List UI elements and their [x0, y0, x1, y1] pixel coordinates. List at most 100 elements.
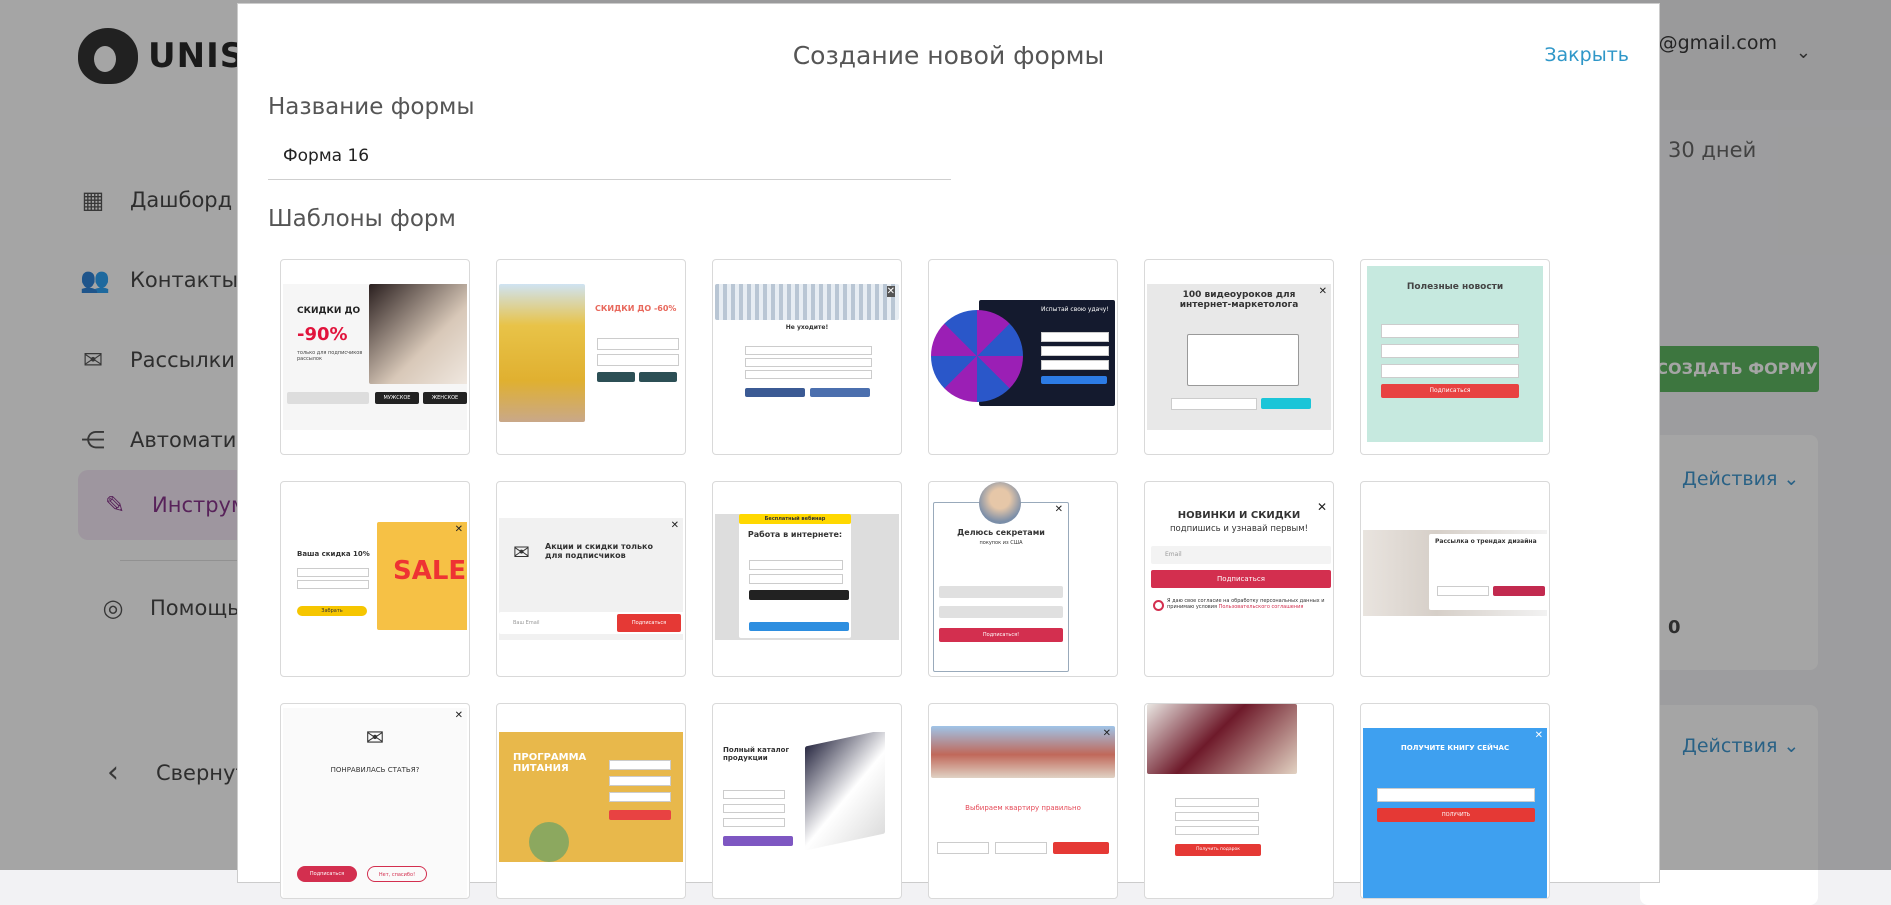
agreement-link: Пользовательского соглашения: [1218, 604, 1304, 610]
close-icon: ✕: [454, 710, 463, 721]
name-field: [597, 338, 679, 350]
field: [609, 760, 671, 770]
template-card[interactable]: Испытай свою удачу!: [928, 259, 1118, 455]
button: [639, 372, 677, 382]
modal-title: Создание новой формы: [792, 41, 1105, 70]
template-card[interactable]: Полезные новости Подписаться: [1360, 259, 1550, 455]
field: [1175, 798, 1259, 807]
field: [609, 792, 671, 802]
email-field: [1171, 398, 1257, 410]
email-placeholder: Ваш Email: [513, 620, 540, 626]
template-title: ПОЛУЧИТЕ КНИГУ СЕЙЧАС: [1400, 744, 1510, 752]
template-subtitle: только для подписчиков рассылок: [297, 350, 363, 362]
subscribe-button: Подписаться: [617, 614, 681, 632]
close-button[interactable]: Закрыть: [1544, 44, 1629, 66]
email-field: [597, 354, 679, 366]
template-title: Не уходите!: [785, 324, 829, 331]
get-button: ПОЛУЧИТЬ: [1377, 808, 1535, 822]
radio-icon: [1153, 600, 1164, 611]
template-title: НОВИНКИ И СКИДКИ: [1177, 510, 1301, 521]
field: [723, 790, 785, 799]
field: [937, 842, 989, 854]
close-icon: ✕: [886, 286, 895, 297]
envelope-icon: ✉: [365, 726, 385, 751]
form-name-input[interactable]: [268, 132, 951, 180]
field: [1381, 344, 1519, 358]
template-title: Полезные новости: [1406, 282, 1504, 292]
field: [1381, 324, 1519, 338]
close-icon: ✕: [454, 524, 463, 535]
close-icon: ✕: [1534, 730, 1543, 741]
template-title: Испытай свою удачу!: [1041, 306, 1109, 313]
template-card[interactable]: Рассылка о трендах дизайна: [1360, 481, 1550, 677]
field: [1041, 360, 1109, 370]
field: [745, 370, 872, 379]
subscribe-button: Подписаться: [297, 866, 357, 882]
field: [745, 346, 872, 355]
template-title: Полный каталог продукции: [723, 746, 790, 762]
template-card[interactable]: ✕ НОВИНКИ И СКИДКИ подпишись и узнавай п…: [1144, 481, 1334, 677]
subscribe-button: Подписаться: [1381, 384, 1519, 398]
field: [1041, 346, 1109, 356]
field: [939, 606, 1063, 618]
sale-text: SALE: [393, 556, 467, 586]
field: [745, 358, 872, 367]
close-icon: ✕: [1102, 728, 1111, 739]
template-card[interactable]: Бесплатный вебинар Работа в интернете:: [712, 481, 902, 677]
decline-button: Нет, спасибо!: [367, 866, 427, 882]
couple-photo: [369, 284, 467, 384]
field: [1377, 788, 1535, 802]
field: [749, 574, 843, 584]
consent-text: Я даю свое согласие на обработку персона…: [1167, 598, 1329, 610]
subscribe-button: Подписаться!: [939, 628, 1063, 642]
field: [995, 842, 1047, 854]
template-card[interactable]: ✕ 100 видеоуроков для интернет-маркетоло…: [1144, 259, 1334, 455]
gift-button: Получить подарок: [1175, 844, 1261, 856]
field: [1175, 812, 1259, 821]
template-subtitle: подпишись и узнавай первым!: [1169, 524, 1309, 534]
card: [1429, 534, 1547, 610]
template-title: Рассылка о трендах дизайна: [1435, 538, 1537, 545]
women-button: ЖЕНСКОЕ: [423, 392, 467, 404]
template-title: ПОНРАВИЛАСЬ СТАТЬЯ?: [330, 766, 420, 774]
button: [609, 810, 671, 820]
field: [609, 776, 671, 786]
template-title: Ваша скидка 10%: [297, 550, 370, 558]
template-title: Выбираем квартиру правильно: [965, 804, 1081, 812]
button: [749, 590, 849, 600]
field: [939, 586, 1063, 598]
template-title: Акции и скидки только для подписчиков: [545, 542, 653, 560]
template-card[interactable]: ✕ SALE Ваша скидка 10% Забрать: [280, 481, 470, 677]
field: [297, 580, 369, 589]
webinar-banner: Бесплатный вебинар: [739, 514, 851, 524]
subscribe-button: Подписаться: [1151, 570, 1331, 588]
building-photo: [931, 726, 1115, 778]
template-title: Делюсь секретами: [957, 528, 1045, 537]
field: [1175, 826, 1259, 835]
field: [1381, 364, 1519, 378]
close-icon: ✕: [1054, 504, 1063, 515]
template-card[interactable]: ✕ ✉ Акции и скидки только для подписчико…: [496, 481, 686, 677]
envelope-icon: ✉: [513, 540, 530, 564]
button: [810, 388, 870, 397]
template-card[interactable]: ✕ СКИДКИ ДО -90% только для подписчиков …: [280, 259, 470, 455]
claim-button: Забрать: [297, 606, 367, 616]
fortune-wheel: [931, 310, 1023, 402]
template-card[interactable]: ✕ Не уходите!: [712, 259, 902, 455]
cactus-image: [529, 822, 569, 862]
laptop-image: [1187, 334, 1299, 386]
template-card[interactable]: ✕ Делюсь секретами покупок из США Подпис…: [928, 481, 1118, 677]
field: [1437, 586, 1489, 596]
template-title: Работа в интернете:: [747, 530, 843, 539]
men-button: МУЖСКОЕ: [375, 392, 419, 404]
button: [1041, 376, 1107, 384]
template-card[interactable]: СКИДКИ ДО -60%: [496, 259, 686, 455]
field: [749, 560, 843, 570]
form-name-label: Название формы: [268, 94, 475, 120]
field: [723, 804, 785, 813]
template-percent: -90%: [297, 324, 348, 345]
template-title: СКИДКИ ДО -60%: [595, 304, 677, 313]
template-subtitle: покупок из США: [979, 540, 1023, 546]
button: [723, 836, 793, 846]
button: [1493, 586, 1545, 596]
